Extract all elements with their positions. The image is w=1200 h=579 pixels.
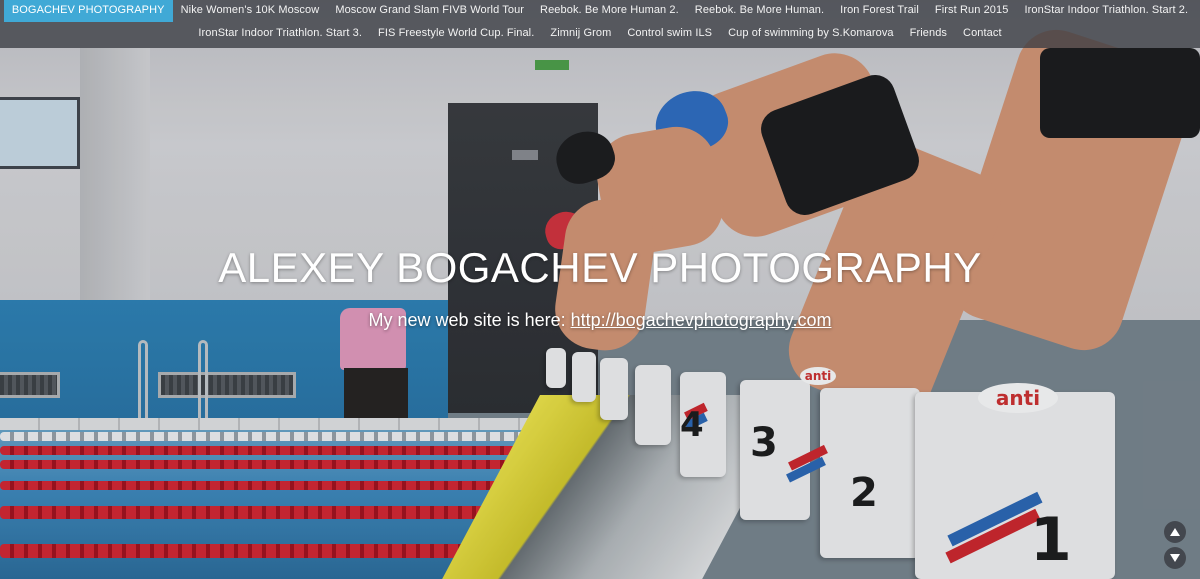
- nav-item-ironstar-indoor-triathlon-start-2[interactable]: IronStar Indoor Triathlon. Start 2.: [1016, 0, 1196, 22]
- nav-item-bogachev-photography[interactable]: BOGACHEV PHOTOGRAPHY: [3, 0, 173, 22]
- nav-item-reebok-be-more-human[interactable]: Reebok. Be More Human.: [687, 0, 832, 22]
- nav-row: BOGACHEV PHOTOGRAPHY Nike Women's 10K Mos…: [0, 0, 1200, 22]
- triangle-up-icon: [1170, 528, 1180, 536]
- nav-item-friends[interactable]: Friends: [902, 23, 955, 45]
- nav-item-moscow-grand-slam-fivb-world-tour[interactable]: Moscow Grand Slam FIVB World Tour: [327, 0, 532, 22]
- nav-item-nike-women-s-10k-moscow[interactable]: Nike Women's 10K Moscow: [173, 0, 328, 22]
- nav-item-iron-forest-trail[interactable]: Iron Forest Trail: [832, 0, 927, 22]
- nav-item-control-swim-ils[interactable]: Control swim ILS: [619, 23, 720, 45]
- nav-item-zimnij-grom[interactable]: Zimnij Grom: [542, 23, 619, 45]
- scroll-up-button[interactable]: [1164, 521, 1186, 543]
- nav-item-ironstar-indoor-triathlon-start-3[interactable]: IronStar Indoor Triathlon. Start 3.: [190, 23, 370, 45]
- nav-item-fis-freestyle-world-cup-final[interactable]: FIS Freestyle World Cup. Final.: [370, 23, 542, 45]
- nav-item-reebok-be-more-human-2[interactable]: Reebok. Be More Human 2.: [532, 0, 687, 22]
- site-subtitle: My new web site is here: http://bogachev…: [0, 310, 1200, 331]
- nav-row: IronStar Indoor Triathlon. Start 3. FIS F…: [0, 23, 1200, 45]
- site-title: ALEXEY BOGACHEV PHOTOGRAPHY: [218, 244, 982, 291]
- new-site-link[interactable]: http://bogachevphotography.com: [571, 310, 832, 330]
- scroll-down-button[interactable]: [1164, 547, 1186, 569]
- main-navigation: BOGACHEV PHOTOGRAPHY Nike Women's 10K Mos…: [0, 0, 1200, 48]
- subtitle-text: My new web site is here:: [368, 310, 571, 330]
- nav-item-cup-of-swimming-by-s-komarova[interactable]: Cup of swimming by S.Komarova: [720, 23, 902, 45]
- nav-item-first-run-2015[interactable]: First Run 2015: [927, 0, 1017, 22]
- triangle-down-icon: [1170, 554, 1180, 562]
- nav-item-contact[interactable]: Contact: [955, 23, 1010, 45]
